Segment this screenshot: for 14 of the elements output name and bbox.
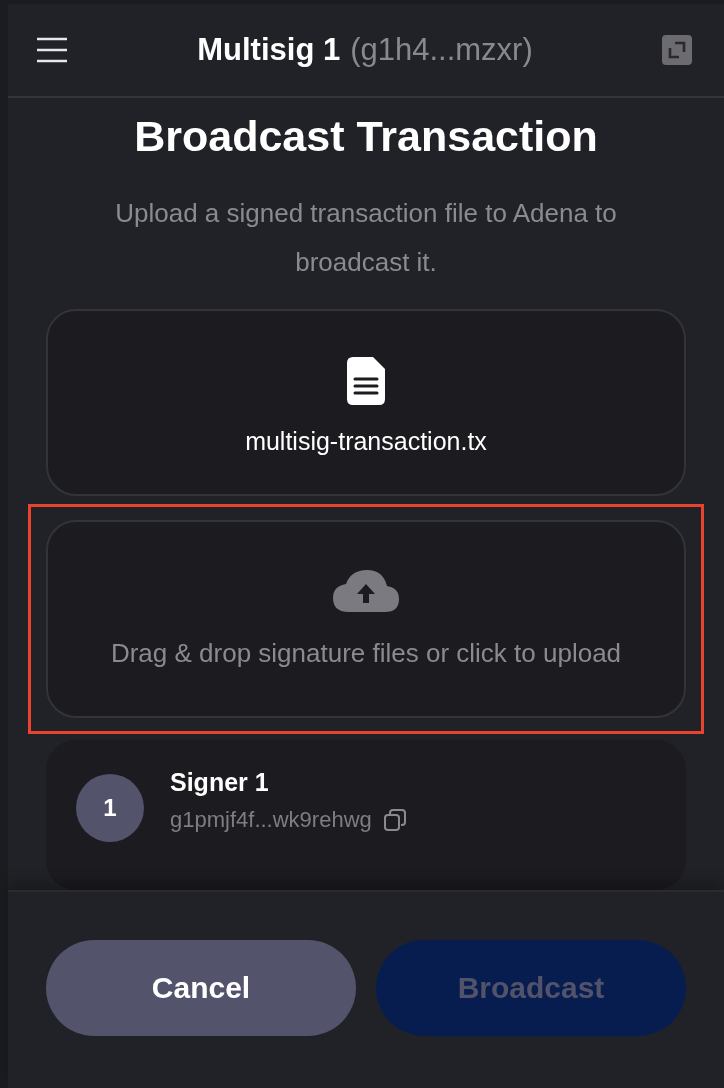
menu-icon[interactable] — [36, 37, 68, 63]
signer-name: Signer 1 — [170, 768, 270, 797]
description: Upload a signed transaction file to Adena to broadcast it. — [114, 197, 618, 279]
upload-dropzone[interactable]: Drag & drop signature files or click to upload — [46, 520, 686, 718]
file-name: multisig-transaction.tx — [245, 427, 487, 456]
expand-icon[interactable] — [662, 35, 692, 65]
wallet-address: (g1h4...mzxr) — [350, 32, 533, 68]
page-title: Broadcast Transaction — [134, 112, 598, 161]
document-icon — [347, 357, 385, 405]
wallet-name: Multisig 1 — [197, 32, 341, 68]
copy-icon[interactable] — [383, 809, 406, 831]
signer-number: 1 — [76, 774, 144, 842]
signer-address: g1pmjf4f...wk9rehwg — [170, 807, 372, 833]
cancel-button[interactable]: Cancel — [46, 940, 356, 1036]
